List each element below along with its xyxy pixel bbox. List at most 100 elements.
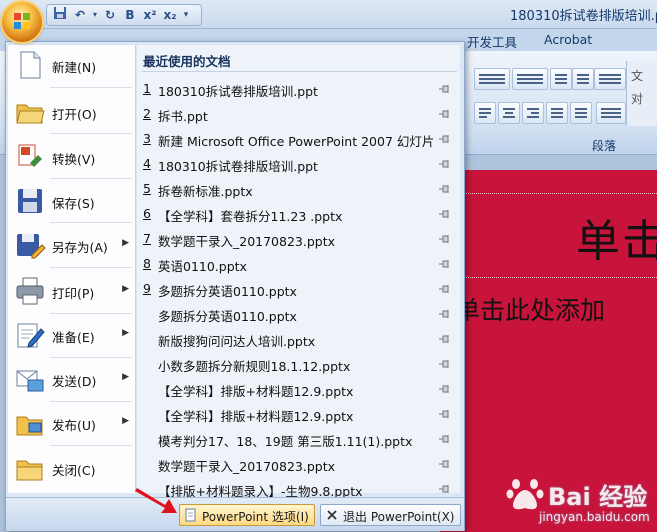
- pin-icon[interactable]: [438, 209, 452, 219]
- align-left-button[interactable]: [474, 102, 496, 124]
- pin-icon[interactable]: [438, 284, 452, 294]
- pin-icon[interactable]: [438, 359, 452, 369]
- decrease-indent-button[interactable]: [550, 68, 572, 90]
- recent-document-number: 5: [143, 181, 151, 196]
- title-placeholder-border: [440, 193, 657, 194]
- menu-item-close[interactable]: 关闭(C): [8, 448, 135, 488]
- align-text-label[interactable]: 对: [631, 90, 657, 107]
- pin-icon[interactable]: [438, 334, 452, 344]
- recent-document-item[interactable]: 新版搜狗问问达人培训.pptx: [137, 327, 460, 352]
- menu-separator: [50, 178, 132, 179]
- menu-item-publish[interactable]: 发布(U) ▶: [8, 403, 135, 443]
- numbering-button[interactable]: [512, 68, 548, 90]
- subscript-button[interactable]: x₂: [161, 6, 179, 24]
- menu-separator: [50, 267, 132, 268]
- justify-button[interactable]: [546, 102, 568, 124]
- office-menu-commands: 新建(N) 打开(O) 转换(V) 保存(S) 另存为(A) ▶ 打印(P) ▶: [8, 45, 136, 493]
- align-center-button[interactable]: [498, 102, 520, 124]
- menu-item-save-as[interactable]: 另存为(A) ▶: [8, 225, 135, 265]
- exit-powerpoint-button[interactable]: 退出 PowerPoint(X): [320, 504, 461, 526]
- office-menu: 新建(N) 打开(O) 转换(V) 保存(S) 另存为(A) ▶ 打印(P) ▶: [5, 41, 465, 531]
- tab-developer[interactable]: 开发工具: [467, 32, 517, 51]
- slide-subtitle-placeholder[interactable]: 单击此处添加: [455, 291, 605, 327]
- recent-document-number: 4: [143, 156, 151, 171]
- prepare-pen-icon: [17, 323, 45, 348]
- submenu-arrow-icon: ▶: [122, 238, 129, 248]
- recent-document-number: 1: [143, 81, 151, 96]
- pin-icon[interactable]: [438, 434, 452, 444]
- menu-item-prepare[interactable]: 准备(E) ▶: [8, 315, 135, 355]
- pin-icon[interactable]: [438, 484, 452, 494]
- save-icon[interactable]: [51, 6, 69, 24]
- options-document-icon: [185, 508, 196, 522]
- recent-document-name: 【全学科】排版+材料题12.9.pptx: [158, 384, 354, 399]
- increase-indent-button[interactable]: [572, 68, 594, 90]
- recent-document-name: 多题拆分英语0110.pptx: [158, 309, 297, 324]
- menu-item-send[interactable]: 发送(D) ▶: [8, 359, 135, 399]
- window-title: 180310拆试卷排版培训.ppt: [510, 9, 657, 24]
- save-as-icon: [17, 234, 46, 259]
- redo-icon[interactable]: ↻: [101, 6, 119, 24]
- text-direction-label[interactable]: 文: [631, 67, 657, 84]
- baidu-watermark: Bai 经验 jingyan.baidu.com: [503, 472, 653, 530]
- quick-access-toolbar: ↶ ▾ ↻ B x² x₂ ▾: [46, 4, 202, 26]
- recent-document-item[interactable]: 【全学科】排版+材料题12.9.pptx: [137, 377, 460, 402]
- distributed-button[interactable]: [570, 102, 592, 124]
- recent-document-item[interactable]: 2 拆书.ppt: [137, 102, 460, 127]
- menu-item-save[interactable]: 保存(S): [8, 181, 135, 221]
- recent-document-item[interactable]: 模考判分17、18、19题 第三版1.11(1).pptx: [137, 427, 460, 452]
- pin-icon[interactable]: [438, 134, 452, 144]
- pin-icon[interactable]: [438, 459, 452, 469]
- recent-document-name: 拆卷新标准.pptx: [158, 184, 253, 199]
- tab-acrobat[interactable]: Acrobat: [544, 32, 592, 47]
- powerpoint-options-button[interactable]: PowerPoint 选项(I): [179, 504, 315, 526]
- recent-document-item[interactable]: 3 新建 Microsoft Office PowerPoint 2007 幻灯片…: [137, 127, 460, 152]
- office-logo-icon: [14, 13, 30, 29]
- slide-title-placeholder[interactable]: 单击: [576, 205, 657, 269]
- menu-separator: [50, 445, 132, 446]
- recent-document-name: 数学题干录入_20170823.pptx: [158, 459, 336, 474]
- align-right-button[interactable]: [522, 102, 544, 124]
- bullets-button[interactable]: [474, 68, 510, 90]
- pin-icon[interactable]: [438, 259, 452, 269]
- title-bar: ↶ ▾ ↻ B x² x₂ ▾ 180310拆试卷排版培训.ppt: [0, 0, 657, 29]
- pin-icon[interactable]: [438, 234, 452, 244]
- recent-document-item[interactable]: 9 多题拆分英语0110.pptx: [137, 277, 460, 302]
- recent-document-item[interactable]: 【全学科】排版+材料题12.9.pptx: [137, 402, 460, 427]
- columns-button[interactable]: [596, 102, 626, 124]
- recent-document-item[interactable]: 8 英语0110.pptx: [137, 252, 460, 277]
- pin-icon[interactable]: [438, 84, 452, 94]
- pin-icon[interactable]: [438, 109, 452, 119]
- submenu-arrow-icon: ▶: [122, 328, 129, 338]
- line-spacing-button[interactable]: [594, 68, 626, 90]
- superscript-button[interactable]: x²: [141, 6, 159, 24]
- recent-document-item[interactable]: 4 180310拆试卷排版培训.ppt: [137, 152, 460, 177]
- menu-item-open[interactable]: 打开(O): [8, 92, 135, 132]
- customize-qat-icon[interactable]: ▾: [181, 6, 191, 24]
- recent-document-item[interactable]: 7 数学题干录入_20170823.pptx: [137, 227, 460, 252]
- menu-item-print[interactable]: 打印(P) ▶: [8, 271, 135, 311]
- pin-icon[interactable]: [438, 309, 452, 319]
- dropdown-arrow-icon[interactable]: ▾: [91, 6, 99, 24]
- recent-document-item[interactable]: 6 【全学科】套卷拆分11.23 .pptx: [137, 202, 460, 227]
- pin-icon[interactable]: [438, 159, 452, 169]
- recent-document-name: 【全学科】套卷拆分11.23 .pptx: [158, 209, 343, 224]
- pin-icon[interactable]: [438, 409, 452, 419]
- recent-document-item[interactable]: 1 180310拆试卷排版培训.ppt: [137, 77, 460, 102]
- recent-document-name: 新版搜狗问问达人培训.pptx: [158, 334, 316, 349]
- ribbon-right-partial: 文 对: [626, 61, 657, 126]
- office-menu-footer: PowerPoint 选项(I) 退出 PowerPoint(X): [6, 497, 464, 531]
- recent-document-item[interactable]: 数学题干录入_20170823.pptx: [137, 452, 460, 477]
- close-folder-icon: [16, 460, 43, 481]
- office-button[interactable]: [2, 2, 42, 42]
- menu-item-convert[interactable]: 转换(V): [8, 137, 135, 177]
- recent-document-item[interactable]: 小数多题拆分新规则18.1.12.pptx: [137, 352, 460, 377]
- submenu-arrow-icon: ▶: [122, 372, 129, 382]
- bold-icon[interactable]: B: [121, 6, 139, 24]
- recent-document-item[interactable]: 多题拆分英语0110.pptx: [137, 302, 460, 327]
- undo-icon[interactable]: ↶: [71, 6, 89, 24]
- pin-icon[interactable]: [438, 384, 452, 394]
- pin-icon[interactable]: [438, 184, 452, 194]
- menu-item-new[interactable]: 新建(N): [8, 45, 135, 85]
- recent-document-item[interactable]: 5 拆卷新标准.pptx: [137, 177, 460, 202]
